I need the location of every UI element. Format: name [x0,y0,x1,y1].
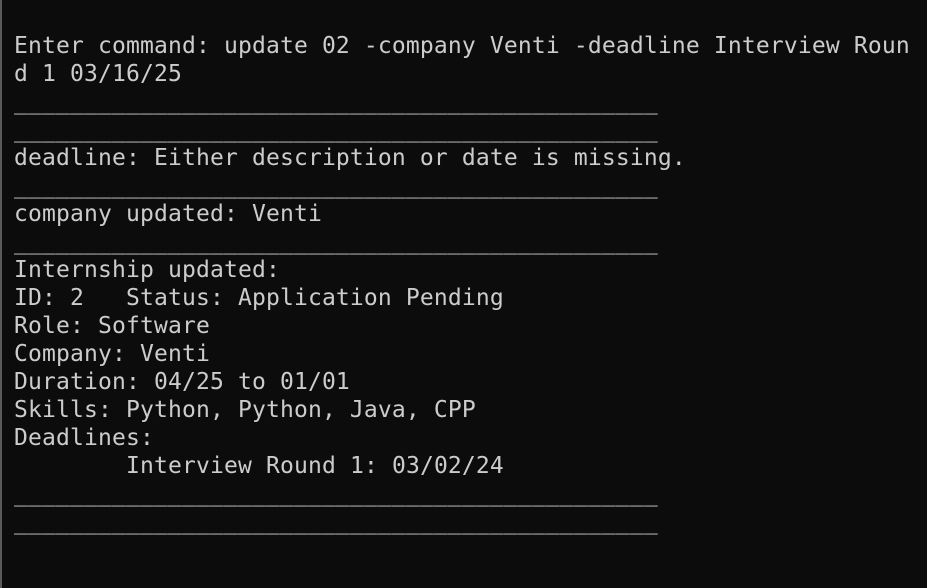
separator-line: ________________________________________… [14,481,658,507]
separator-line: ________________________________________… [14,89,658,115]
internship-deadlines-label: Deadlines: [14,425,154,451]
deadline-error-message: deadline: Either description or date is … [14,145,686,171]
command-input-line: Enter command: update 02 -company Venti … [14,33,910,59]
separator-line: ________________________________________… [14,509,658,535]
internship-skills: Skills: Python, Python, Java, CPP [14,397,476,423]
separator-line: ________________________________________… [14,173,658,199]
internship-id-status: ID: 2 Status: Application Pending [14,285,504,311]
internship-duration: Duration: 04/25 to 01/01 [14,369,350,395]
internship-role: Role: Software [14,313,210,339]
separator-line: ________________________________________… [14,117,658,143]
command-input-line-wrap: d 1 03/16/25 [14,61,182,87]
terminal-window[interactable]: Enter command: update 02 -company Venti … [0,0,927,588]
deadline-item: Interview Round 1: 03/02/24 [126,453,504,479]
separator-line: ________________________________________… [14,229,658,255]
company-updated-message: company updated: Venti [14,201,322,227]
internship-updated-header: Internship updated: [14,257,280,283]
internship-company: Company: Venti [14,341,210,367]
